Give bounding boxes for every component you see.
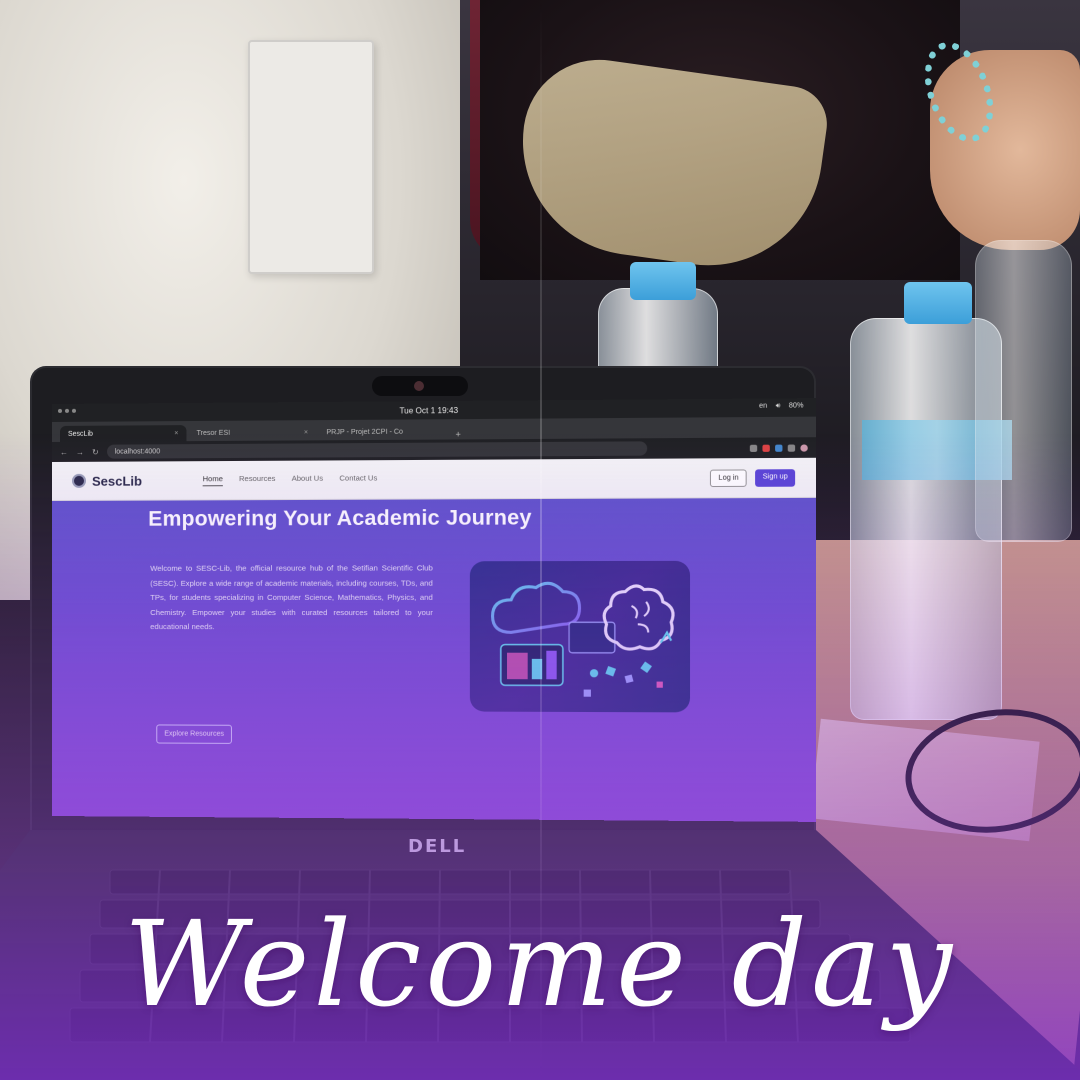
profile-avatar[interactable] xyxy=(800,443,808,452)
battery-level: 80% xyxy=(788,402,804,410)
extension-icon[interactable] xyxy=(775,444,783,452)
tab-label: SescLib xyxy=(67,430,93,438)
lang-indicator[interactable]: en xyxy=(759,403,767,411)
logo-text: SescLib xyxy=(92,473,143,489)
water-bottle-far xyxy=(975,240,1072,542)
extensions-area xyxy=(749,443,808,452)
nav-contact[interactable]: Contact Us xyxy=(339,473,377,485)
tab-label: Tresor ESI xyxy=(196,429,231,437)
back-icon[interactable]: ← xyxy=(60,447,68,456)
explore-resources-button[interactable]: Explore Resources xyxy=(156,724,233,744)
url-text: localhost:4000 xyxy=(114,447,161,456)
login-button[interactable]: Log in xyxy=(710,468,747,487)
tab-sesclib[interactable]: SescLib × xyxy=(59,425,187,442)
dell-logo: DELL xyxy=(408,836,467,857)
close-icon[interactable]: × xyxy=(304,429,308,436)
sesclib-page: SescLib Home Resources About Us Contact … xyxy=(52,457,817,822)
hero-illustration xyxy=(469,560,691,713)
nav-resources[interactable]: Resources xyxy=(239,474,275,486)
auth-buttons: Log in Sign up xyxy=(710,468,796,487)
forward-icon[interactable]: → xyxy=(76,447,84,456)
extension-icon[interactable] xyxy=(762,444,770,452)
site-logo[interactable]: SescLib xyxy=(71,473,182,489)
reload-icon[interactable]: ↻ xyxy=(92,447,99,456)
bottle-cap-back xyxy=(630,262,696,300)
nav-about[interactable]: About Us xyxy=(292,474,323,486)
extension-icon[interactable] xyxy=(787,444,796,452)
signup-button[interactable]: Sign up xyxy=(755,468,796,487)
laptop-screen: Tue Oct 1 19:43 en 🔊︎ 80% SescLib × Tres… xyxy=(52,398,817,822)
close-icon[interactable]: × xyxy=(174,430,178,437)
new-tab-button[interactable]: + xyxy=(449,429,467,439)
name-badge xyxy=(248,40,374,274)
webcam-lens xyxy=(414,381,424,391)
tab-prjp[interactable]: PRJP - Projet 2CPI - Co xyxy=(318,423,447,440)
system-tray[interactable]: en 🔊︎ 80% xyxy=(759,402,804,411)
site-nav: Home Resources About Us Contact Us xyxy=(202,473,377,487)
welcome-day-caption: Welcome day xyxy=(123,895,957,1033)
extension-icon[interactable] xyxy=(749,444,758,452)
activities-dots[interactable] xyxy=(57,408,76,413)
hero-description: Welcome to SESC-Lib, the official resour… xyxy=(150,563,433,632)
tab-label: PRJP - Projet 2CPI - Co xyxy=(326,428,404,436)
nav-home[interactable]: Home xyxy=(202,474,223,487)
tab-tresor[interactable]: Tresor ESI × xyxy=(189,424,317,441)
site-navbar: SescLib Home Resources About Us Contact … xyxy=(52,457,817,501)
logo-icon xyxy=(71,473,86,488)
volume-icon: 🔊︎ xyxy=(775,402,781,410)
photo-scene: Tue Oct 1 19:43 en 🔊︎ 80% SescLib × Tres… xyxy=(0,0,1080,1080)
bottle-cap-front xyxy=(904,282,972,324)
hero-title: Empowering Your Academic Journey xyxy=(148,506,532,531)
address-bar[interactable]: localhost:4000 xyxy=(106,441,647,459)
system-clock[interactable]: Tue Oct 1 19:43 xyxy=(399,405,458,415)
brain-cloud-illustration xyxy=(470,561,690,697)
